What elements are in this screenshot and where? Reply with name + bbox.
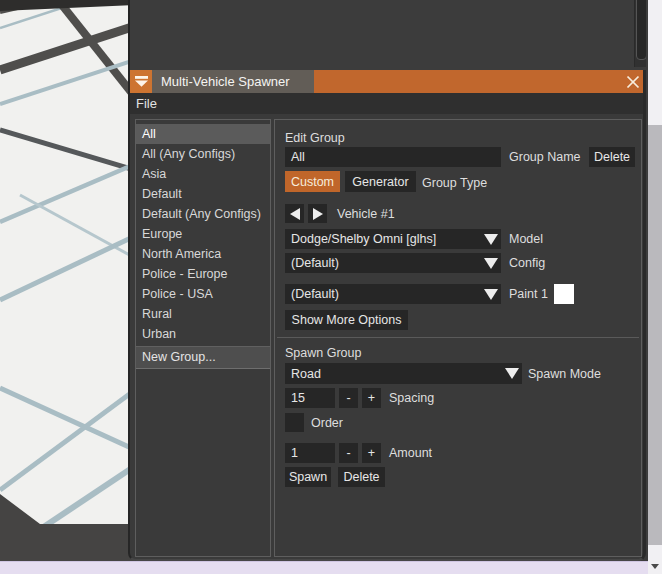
vehicle-number-label: Vehicle #1	[337, 207, 395, 221]
new-group-item[interactable]: New Group...	[136, 347, 270, 369]
list-item[interactable]: Default (Any Configs)	[136, 204, 270, 224]
titlebar[interactable]: Multi-Vehicle Spawner	[130, 70, 643, 93]
dropdown-caret-icon	[484, 234, 498, 245]
spacing-input[interactable]: 15	[285, 388, 335, 408]
spawn-button[interactable]: Spawn	[285, 467, 331, 487]
right-scrollbar[interactable]	[648, 0, 662, 574]
list-item[interactable]: All (Any Configs)	[136, 144, 270, 164]
spawn-mode-dropdown[interactable]: Road	[285, 363, 522, 384]
spawn-mode-value: Road	[291, 367, 321, 381]
scroll-down-arrow-icon[interactable]	[651, 564, 659, 569]
list-item[interactable]: Asia	[136, 164, 270, 184]
3d-scene-background	[0, 0, 135, 574]
group-name-label: Group Name	[509, 150, 581, 164]
show-more-options-button[interactable]: Show More Options	[285, 310, 408, 330]
background-window-scrollbar[interactable]	[634, 0, 646, 67]
close-icon[interactable]	[623, 70, 643, 93]
dropdown-caret-icon	[484, 289, 498, 300]
config-dropdown[interactable]: (Default)	[285, 253, 501, 273]
paint-value: (Default)	[291, 287, 339, 301]
spacing-plus-button[interactable]: +	[362, 388, 381, 408]
vehicle-next-button[interactable]	[308, 204, 327, 223]
list-item[interactable]: North America	[136, 244, 270, 264]
delete-group-button[interactable]: Delete	[589, 147, 635, 167]
amount-plus-button[interactable]: +	[362, 443, 381, 463]
group-type-custom-button[interactable]: Custom	[285, 171, 340, 192]
amount-minus-button[interactable]: -	[339, 443, 358, 463]
list-item[interactable]: Police - USA	[136, 284, 270, 304]
group-type-label: Group Type	[422, 176, 487, 190]
list-item[interactable]: Urban	[136, 324, 270, 344]
list-item[interactable]: Rural	[136, 304, 270, 324]
model-value: Dodge/Shelby Omni [glhs]	[291, 232, 436, 246]
amount-input[interactable]: 1	[285, 443, 335, 463]
list-item[interactable]: Police - Europe	[136, 264, 270, 284]
multi-vehicle-spawner-window: Multi-Vehicle Spawner File All All (Any …	[128, 70, 646, 561]
right-scrollbar-thumb[interactable]	[648, 125, 662, 545]
background-window-scrollbar-thumb[interactable]	[636, 0, 646, 60]
group-name-input[interactable]: All	[285, 147, 501, 167]
order-label: Order	[311, 416, 343, 430]
model-dropdown[interactable]: Dodge/Shelby Omni [glhs]	[285, 229, 501, 249]
spacing-label: Spacing	[389, 391, 434, 405]
screen: Multi-Vehicle Spawner File All All (Any …	[0, 0, 662, 574]
paint-color-swatch[interactable]	[554, 284, 574, 304]
menubar: File	[130, 93, 643, 114]
dropdown-caret-icon	[484, 258, 498, 269]
menu-file[interactable]: File	[132, 96, 161, 111]
section-separator	[277, 337, 639, 338]
group-type-generator-button[interactable]: Generator	[345, 171, 416, 192]
edit-panel: Edit Group All Group Name Delete Custom …	[274, 119, 642, 557]
list-item[interactable]: Default	[136, 184, 270, 204]
list-item[interactable]: Europe	[136, 224, 270, 244]
window-icon	[130, 70, 152, 93]
bottom-strip	[0, 561, 648, 574]
spawn-delete-button[interactable]: Delete	[338, 467, 385, 487]
background-window	[128, 0, 646, 70]
amount-label: Amount	[389, 446, 432, 460]
arrow-left-icon	[290, 208, 300, 220]
model-label: Model	[509, 232, 543, 246]
paint-label: Paint 1	[509, 287, 548, 301]
window-title: Multi-Vehicle Spawner	[152, 70, 314, 93]
spawn-group-title: Spawn Group	[285, 346, 361, 360]
vehicle-prev-button[interactable]	[285, 204, 304, 223]
spawn-mode-label: Spawn Mode	[528, 367, 601, 381]
order-checkbox[interactable]	[285, 413, 304, 432]
config-value: (Default)	[291, 256, 339, 270]
spacing-minus-button[interactable]: -	[339, 388, 358, 408]
dropdown-caret-icon	[505, 368, 519, 379]
window-body: All All (Any Configs) Asia Default Defau…	[130, 114, 643, 559]
group-list-panel: All All (Any Configs) Asia Default Defau…	[135, 119, 271, 557]
edit-group-title: Edit Group	[285, 131, 345, 145]
paint-dropdown[interactable]: (Default)	[285, 284, 501, 304]
arrow-right-icon	[313, 208, 323, 220]
list-item[interactable]: All	[136, 124, 270, 144]
config-label: Config	[509, 256, 545, 270]
